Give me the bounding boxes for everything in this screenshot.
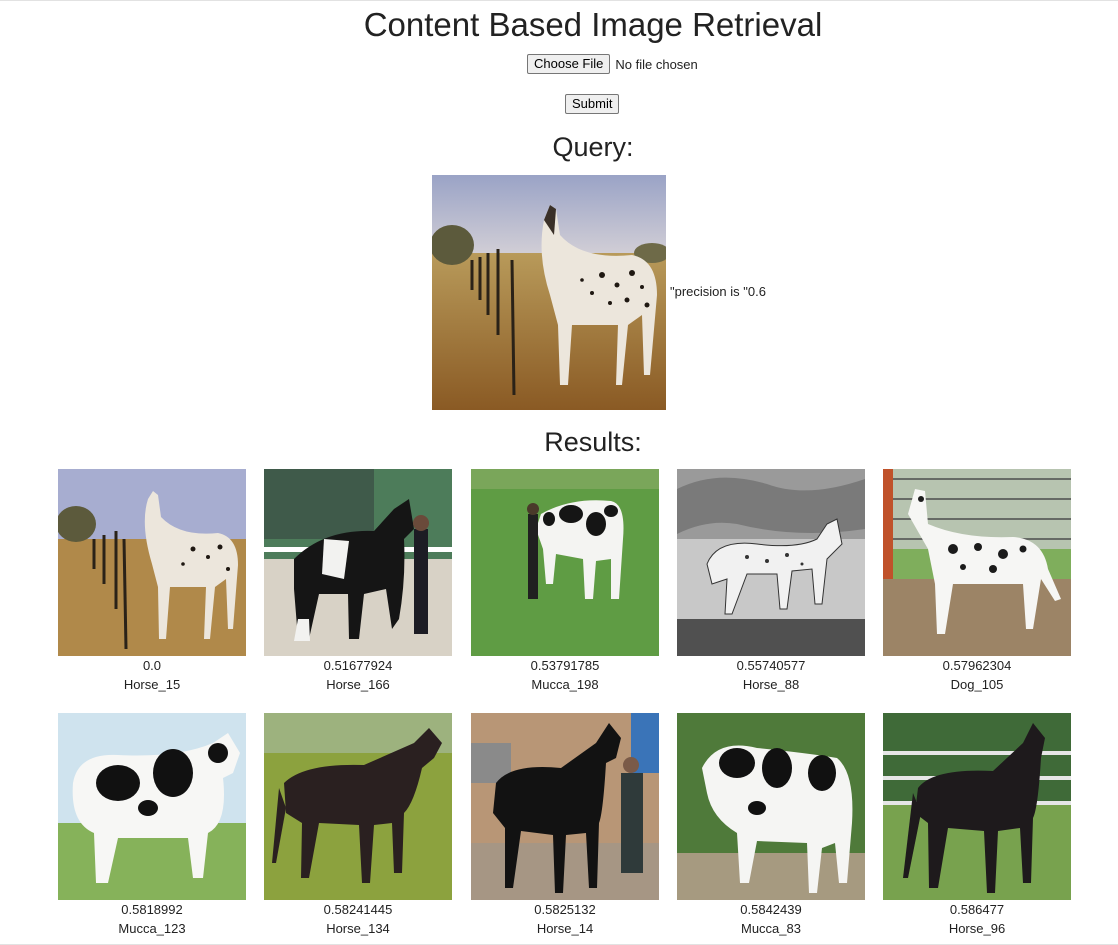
result-card[interactable]: 0.53791785 Mucca_198: [471, 469, 659, 694]
result-card[interactable]: 0.0 Horse_15: [58, 469, 246, 694]
result-score: 0.58241445: [323, 902, 393, 917]
result-card[interactable]: 0.5842439 Mucca_83: [677, 713, 865, 938]
result-label: Mucca_198: [531, 677, 599, 692]
result-label: Horse_134: [326, 921, 390, 936]
result-score: 0.0: [142, 658, 162, 673]
result-label: Dog_105: [950, 677, 1004, 692]
precision-text: "precision is "0.6: [670, 284, 766, 299]
result-score: 0.5818992: [121, 902, 183, 917]
result-score: 0.5825132: [534, 902, 596, 917]
result-image[interactable]: [264, 713, 452, 900]
result-card[interactable]: 0.586477 Horse_96: [883, 713, 1071, 938]
query-heading: Query:: [552, 132, 634, 162]
result-image[interactable]: [58, 469, 246, 656]
result-label: Horse_15: [123, 677, 181, 692]
file-status: No file chosen: [615, 56, 698, 72]
result-image[interactable]: [471, 469, 659, 656]
result-score: 0.57962304: [942, 658, 1012, 673]
result-image[interactable]: [677, 469, 865, 656]
submit-button[interactable]: Submit: [565, 94, 620, 114]
result-image[interactable]: [677, 713, 865, 900]
result-image[interactable]: [471, 713, 659, 900]
result-card[interactable]: 0.55740577 Horse_88: [677, 469, 865, 694]
result-label: Horse_96: [948, 921, 1006, 936]
result-card[interactable]: 0.57962304 Dog_105: [883, 469, 1071, 694]
file-upload[interactable]: Choose File No file chosen: [527, 54, 698, 74]
result-card[interactable]: 0.5818992 Mucca_123: [58, 713, 246, 938]
query-image: [432, 175, 666, 410]
result-image[interactable]: [58, 713, 246, 900]
choose-file-button[interactable]: Choose File: [527, 54, 611, 74]
result-label: Horse_166: [326, 677, 390, 692]
result-card[interactable]: 0.51677924 Horse_166: [264, 469, 452, 694]
result-score: 0.51677924: [323, 658, 393, 673]
result-score: 0.5842439: [740, 902, 802, 917]
result-label: Mucca_123: [118, 921, 186, 936]
result-card[interactable]: 0.5825132 Horse_14: [471, 713, 659, 938]
page-title: Content Based Image Retrieval: [363, 6, 823, 43]
results-heading: Results:: [544, 427, 642, 457]
result-image[interactable]: [883, 713, 1071, 900]
result-label: Horse_88: [742, 677, 800, 692]
result-score: 0.55740577: [736, 658, 806, 673]
result-score: 0.586477: [949, 902, 1005, 917]
result-image[interactable]: [264, 469, 452, 656]
result-score: 0.53791785: [530, 658, 600, 673]
result-label: Horse_14: [536, 921, 594, 936]
result-image[interactable]: [883, 469, 1071, 656]
result-card[interactable]: 0.58241445 Horse_134: [264, 713, 452, 938]
result-label: Mucca_83: [741, 921, 801, 936]
